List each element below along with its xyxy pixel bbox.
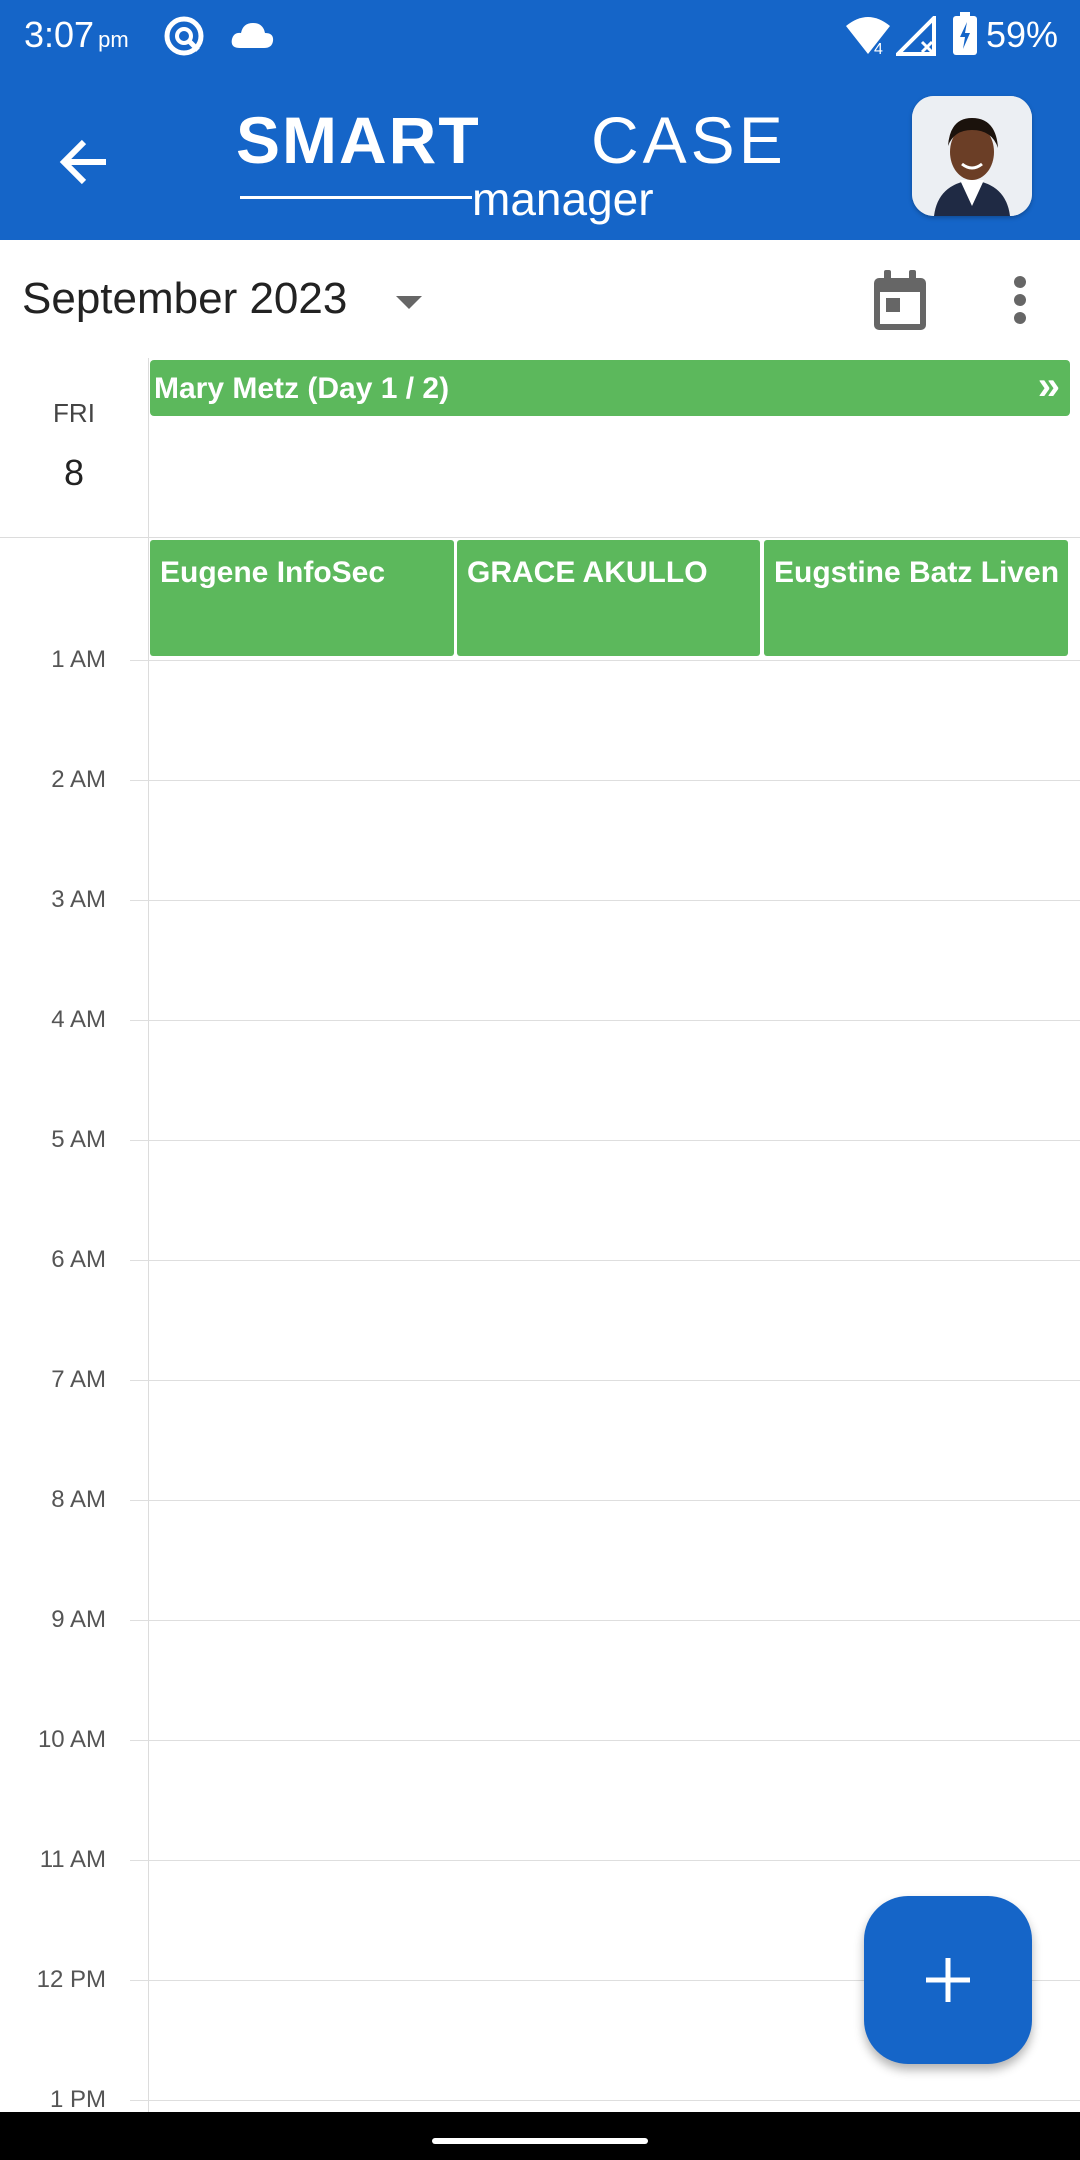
day-number[interactable]: 8 [0, 452, 148, 494]
all-day-event[interactable]: Mary Metz (Day 1 / 2) » [150, 360, 1070, 416]
hour-label: 6 AM [51, 1246, 106, 1273]
event-label: Eugene InfoSec [160, 556, 386, 589]
day-header: FRI 8 Mary Metz (Day 1 / 2) » [0, 358, 1080, 538]
month-header: September 2023 [0, 240, 1080, 358]
hour-gridline [130, 1140, 1080, 1141]
day-name: FRI [53, 398, 95, 428]
hour-label: 4 AM [51, 1006, 106, 1033]
hour-label: 12 PM [36, 1966, 106, 1993]
event-continues-icon: » [1037, 364, 1060, 408]
app-bar: SMART CASE manager [0, 72, 1080, 240]
battery-percent: 59% [985, 14, 1058, 55]
user-avatar[interactable] [912, 96, 1032, 216]
calendar-screen: 3:07 pm 4 59% SMART CASE manager Septemb… [0, 0, 1080, 2160]
status-time-value: 3:07 [24, 14, 95, 55]
hour-gridline [130, 1860, 1080, 1861]
hour-label: 5 AM [51, 1126, 106, 1153]
hour-gridline [130, 660, 1080, 661]
hour-label: 10 AM [37, 1726, 106, 1753]
hour-label: 8 AM [51, 1486, 106, 1513]
wifi-icon: 4 [844, 16, 892, 61]
status-ampm: pm [98, 27, 129, 52]
all-day-event-label: Mary Metz (Day 1 / 2) [154, 372, 450, 405]
hour-gridline [130, 1500, 1080, 1501]
hour-label: 1 AM [51, 646, 106, 673]
timed-event[interactable]: Eugstine Batz Liven [764, 540, 1068, 656]
add-event-button[interactable] [864, 1896, 1032, 2064]
hour-label: 1 PM [49, 2086, 106, 2113]
hour-gridline [130, 1260, 1080, 1261]
cloud-icon [230, 20, 274, 55]
app-logo: SMART CASE manager [236, 102, 836, 225]
hour-gridline [130, 2100, 1080, 2101]
hour-label: 9 AM [51, 1606, 106, 1633]
status-bar: 3:07 pm 4 59% [0, 0, 1080, 72]
logo-tagline: manager [472, 173, 654, 225]
status-time: 3:07 pm [24, 14, 129, 56]
timed-event[interactable]: Eugene InfoSec [150, 540, 454, 656]
hour-label: 2 AM [51, 766, 106, 793]
more-options-button[interactable] [990, 262, 1050, 338]
hour-label: 3 AM [51, 886, 106, 913]
event-label: GRACE AKULLO [467, 556, 708, 589]
timed-event[interactable]: GRACE AKULLO [457, 540, 760, 656]
calendar-icon [874, 270, 926, 330]
signal-icon [893, 13, 936, 61]
arrow-back-icon [59, 139, 106, 185]
today-calendar-button[interactable] [862, 262, 938, 338]
timeline-divider [148, 358, 149, 2118]
hour-gridline [130, 1020, 1080, 1021]
logo-underline [240, 196, 472, 199]
wifi-badge: 4 [874, 41, 883, 56]
more-vert-icon [1014, 276, 1026, 324]
hour-gridline [130, 1380, 1080, 1381]
sync-icon [162, 14, 206, 63]
hour-gridline [130, 1620, 1080, 1621]
day-timeline[interactable]: Eugene InfoSec GRACE AKULLO Eugstine Bat… [0, 358, 1080, 2118]
hour-gridline [130, 900, 1080, 901]
chevron-down-icon[interactable] [396, 296, 422, 315]
event-label: Eugstine Batz Liven [774, 556, 1060, 589]
avatar-photo [912, 96, 1032, 216]
logo-case: CASE [591, 103, 787, 177]
battery-icon [952, 12, 978, 61]
home-gesture-handle[interactable] [432, 2138, 648, 2144]
plus-icon [926, 1958, 970, 2002]
hour-label: 11 AM [39, 1846, 106, 1873]
hour-label: 7 AM [51, 1366, 106, 1393]
back-button[interactable] [46, 124, 122, 200]
system-nav-bar [0, 2112, 1080, 2160]
hour-gridline [130, 1740, 1080, 1741]
month-selector[interactable]: September 2023 [22, 274, 347, 324]
logo-smart: SMART [236, 103, 481, 177]
hour-gridline [130, 780, 1080, 781]
